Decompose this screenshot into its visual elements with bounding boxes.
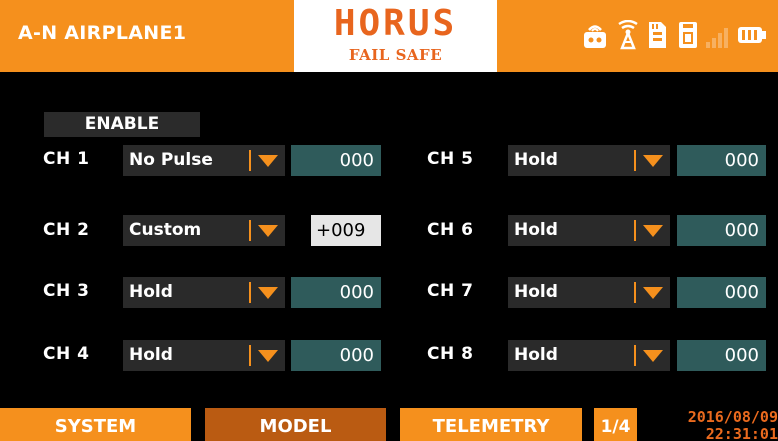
memory-icon — [677, 20, 699, 54]
channel-label: CH 8 — [427, 344, 474, 364]
failsafe-mode-select[interactable]: Hold — [508, 145, 670, 176]
failsafe-mode-value: No Pulse — [129, 150, 213, 170]
failsafe-mode-value: Custom — [129, 220, 202, 240]
failsafe-mode-select[interactable]: Hold — [508, 340, 670, 371]
failsafe-mode-value: Hold — [514, 345, 558, 365]
enable-label: ENABLE — [44, 112, 200, 137]
failsafe-mode-value: Hold — [514, 282, 558, 302]
failsafe-mode-select[interactable]: Custom — [123, 215, 285, 246]
date-text: 2016/08/09 — [687, 408, 778, 426]
failsafe-mode-value: Hold — [514, 150, 558, 170]
dropdown-arrow-icon[interactable] — [630, 215, 670, 246]
channel-value-field[interactable]: 000 — [291, 340, 381, 371]
model-name: A-N AIRPLANE1 — [18, 22, 187, 44]
failsafe-mode-select[interactable]: Hold — [508, 215, 670, 246]
bottom-bar: SYSTEM MODEL TELEMETRY 1/4 2016/08/09 22… — [0, 408, 778, 441]
channel-label: CH 6 — [427, 220, 474, 240]
tab-model[interactable]: MODEL — [205, 408, 386, 441]
failsafe-mode-select[interactable]: Hold — [123, 340, 285, 371]
page-indicator: 1/4 — [594, 408, 637, 441]
page-title: FAIL SAFE — [348, 46, 443, 64]
channel-value-field[interactable]: 000 — [677, 340, 766, 371]
channel-label: CH 1 — [43, 149, 90, 169]
dropdown-arrow-icon[interactable] — [245, 145, 285, 176]
channel-value-field[interactable]: 000 — [677, 277, 766, 308]
channel-value-field[interactable]: 000 — [291, 145, 381, 176]
failsafe-mode-select[interactable]: Hold — [123, 277, 285, 308]
horus-logo: HORUS FAIL SAFE — [294, 0, 497, 72]
dropdown-arrow-icon[interactable] — [245, 340, 285, 371]
channel-label: CH 7 — [427, 281, 474, 301]
dropdown-arrow-icon[interactable] — [245, 277, 285, 308]
channel-value-field[interactable]: 000 — [677, 215, 766, 246]
battery-icon — [737, 20, 767, 54]
logo-title: HORUS — [333, 3, 458, 44]
channel-value-field[interactable]: 000 — [291, 277, 381, 308]
rssi-bars-icon — [704, 20, 732, 54]
channel-value-field-editing[interactable]: +009 — [311, 215, 381, 246]
time-text: 22:31:01 — [705, 425, 778, 441]
failsafe-mode-select[interactable]: Hold — [508, 277, 670, 308]
antenna-signal-icon — [616, 19, 640, 54]
dropdown-arrow-icon[interactable] — [630, 340, 670, 371]
channel-value-field[interactable]: 000 — [677, 145, 766, 176]
sd-card-icon — [646, 20, 668, 54]
channel-label: CH 4 — [43, 344, 90, 364]
dropdown-arrow-icon[interactable] — [630, 277, 670, 308]
status-icons — [582, 16, 772, 56]
dropdown-arrow-icon[interactable] — [630, 145, 670, 176]
failsafe-mode-value: Hold — [129, 282, 173, 302]
top-bar: A-N AIRPLANE1 HORUS FAIL SAFE — [0, 0, 778, 72]
tab-system[interactable]: SYSTEM — [0, 408, 191, 441]
channel-label: CH 2 — [43, 220, 90, 240]
datetime: 2016/08/09 22:31:01 — [640, 408, 778, 441]
failsafe-mode-value: Hold — [129, 345, 173, 365]
failsafe-screen: A-N AIRPLANE1 HORUS FAIL SAFE ENABLE CH … — [0, 0, 778, 441]
radio-transmitter-icon — [582, 20, 608, 54]
dropdown-arrow-icon[interactable] — [245, 215, 285, 246]
channel-label: CH 3 — [43, 281, 90, 301]
tab-telemetry[interactable]: TELEMETRY — [400, 408, 582, 441]
channel-label: CH 5 — [427, 149, 474, 169]
failsafe-mode-value: Hold — [514, 220, 558, 240]
failsafe-mode-select[interactable]: No Pulse — [123, 145, 285, 176]
